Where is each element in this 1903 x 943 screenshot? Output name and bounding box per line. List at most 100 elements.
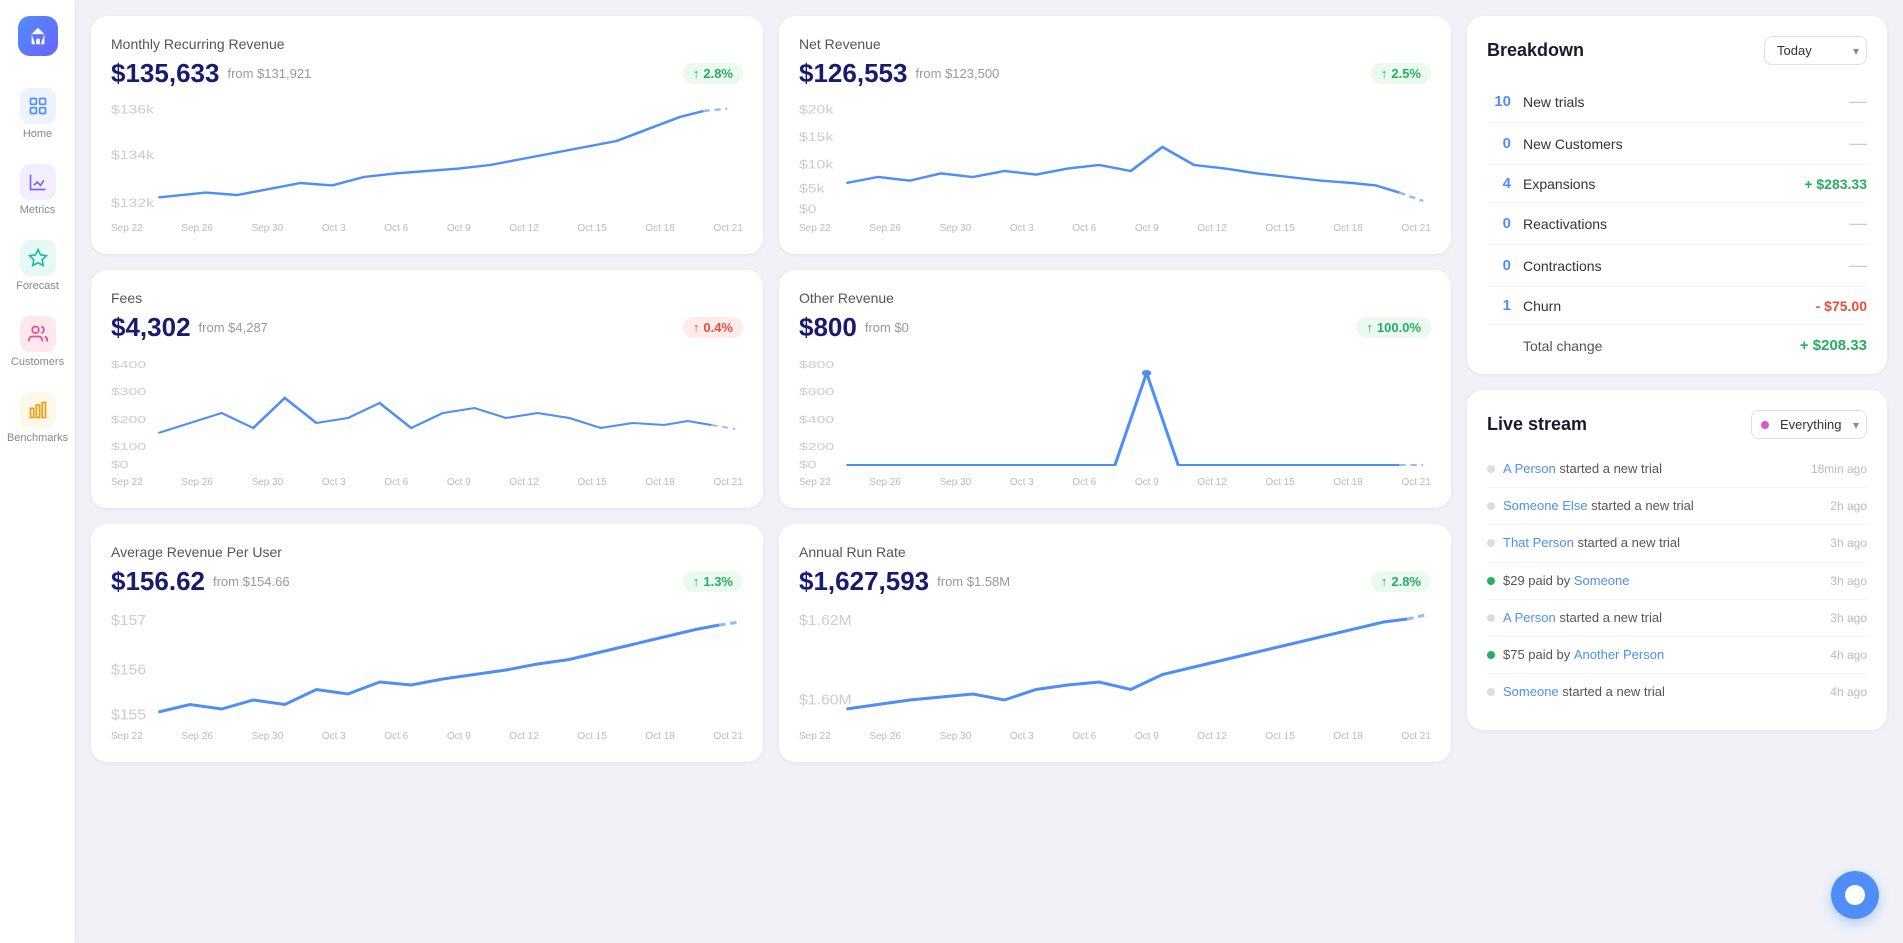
sidebar-item-customers[interactable]: Customers — [8, 308, 68, 376]
breakdown-total-row: Total change + $208.33 — [1487, 325, 1867, 354]
arpu-title: Average Revenue Per User — [111, 544, 743, 560]
stream-link-4[interactable]: Someone — [1574, 573, 1630, 588]
stream-link-6[interactable]: Another Person — [1574, 647, 1664, 662]
stream-item-6: $75 paid by Another Person 4h ago — [1487, 637, 1867, 674]
svg-text:$15k: $15k — [799, 130, 834, 144]
mrr-x-labels: Sep 22 Sep 26 Sep 30 Oct 3 Oct 6 Oct 9 O… — [111, 223, 743, 234]
svg-text:$155: $155 — [111, 707, 146, 724]
up-arrow-icon: ↑ — [693, 574, 700, 589]
sidebar-item-home[interactable]: Home — [8, 80, 68, 148]
breakdown-period-select[interactable]: Today Yesterday This Week This Month — [1764, 36, 1867, 65]
svg-text:$132k: $132k — [111, 196, 155, 210]
stream-link-5[interactable]: A Person — [1503, 610, 1556, 625]
charts-row-1: Monthly Recurring Revenue $135,633 from … — [91, 16, 1451, 254]
breakdown-header: Breakdown Today Yesterday This Week This… — [1487, 36, 1867, 65]
other-badge: ↑ 100.0% — [1356, 317, 1431, 338]
livestream-filter-select[interactable]: Everything Trials Payments — [1751, 410, 1867, 439]
net-title: Net Revenue — [799, 36, 1431, 52]
breakdown-newcust-dash: — — [1849, 133, 1867, 154]
charts-area: Monthly Recurring Revenue $135,633 from … — [91, 16, 1451, 927]
stream-text-1: A Person started a new trial — [1503, 460, 1803, 478]
breakdown-card: Breakdown Today Yesterday This Week This… — [1467, 16, 1887, 374]
arpu-x-labels: Sep 22 Sep 26 Sep 30 Oct 3 Oct 6 Oct 9 O… — [111, 731, 743, 742]
svg-text:$100: $100 — [111, 441, 146, 452]
sidebar: Home Metrics Forecast Customers Benchmar… — [0, 0, 75, 943]
sidebar-item-forecast[interactable]: Forecast — [8, 232, 68, 300]
breakdown-churn-value: - $75.00 — [1816, 298, 1867, 314]
other-revenue-card: Other Revenue $800 from $0 ↑ 100.0% $800… — [779, 270, 1451, 508]
up-arrow-icon: ↑ — [1366, 320, 1373, 335]
breakdown-exp-count: 4 — [1487, 175, 1511, 192]
stream-text-5: A Person started a new trial — [1503, 609, 1822, 627]
stream-time-2: 2h ago — [1830, 499, 1867, 513]
stream-text-2: Someone Else started a new trial — [1503, 497, 1822, 515]
svg-text:$1.62M: $1.62M — [799, 612, 852, 629]
stream-dot-4 — [1487, 577, 1495, 585]
svg-text:$156: $156 — [111, 662, 146, 679]
charts-row-2: Fees $4,302 from $4,287 ↑ 0.4% $400 $300… — [91, 270, 1451, 508]
sidebar-item-forecast-label: Forecast — [16, 280, 59, 292]
breakdown-contract-dash: — — [1849, 255, 1867, 276]
up-arrow-icon: ↑ — [1381, 574, 1388, 589]
stream-item-1: A Person started a new trial 18min ago — [1487, 451, 1867, 488]
stream-text-3: That Person started a new trial — [1503, 534, 1822, 552]
breakdown-row-reactivations: 0 Reactivations — — [1487, 203, 1867, 245]
stream-link-2[interactable]: Someone Else — [1503, 498, 1588, 513]
stream-time-7: 4h ago — [1830, 685, 1867, 699]
fees-title: Fees — [111, 290, 743, 306]
livestream-title: Live stream — [1487, 414, 1587, 435]
breakdown-react-label: Reactivations — [1523, 216, 1849, 232]
other-x-labels: Sep 22 Sep 26 Sep 30 Oct 3 Oct 6 Oct 9 O… — [799, 477, 1431, 488]
breakdown-row-new-customers: 0 New Customers — — [1487, 123, 1867, 165]
arpu-chart: $157 $156 $155 — [111, 607, 743, 727]
breakdown-react-count: 0 — [1487, 215, 1511, 232]
svg-text:$136k: $136k — [111, 102, 155, 116]
other-from: from $0 — [865, 320, 909, 335]
svg-text:$300: $300 — [111, 386, 146, 397]
stream-time-1: 18min ago — [1811, 462, 1867, 476]
breakdown-trials-label: New trials — [1523, 94, 1849, 110]
arr-x-labels: Sep 22 Sep 26 Sep 30 Oct 3 Oct 6 Oct 9 O… — [799, 731, 1431, 742]
svg-text:$134k: $134k — [111, 148, 155, 162]
arr-value: $1,627,593 — [799, 566, 929, 597]
arpu-value: $156.62 — [111, 566, 205, 597]
stream-item-4: $29 paid by Someone 3h ago — [1487, 563, 1867, 600]
net-value: $126,553 — [799, 58, 907, 89]
fees-x-labels: Sep 22 Sep 26 Sep 30 Oct 3 Oct 6 Oct 9 O… — [111, 477, 743, 488]
stream-time-3: 3h ago — [1830, 536, 1867, 550]
livestream-filter-wrap: Everything Trials Payments — [1751, 410, 1867, 439]
stream-link-3[interactable]: That Person — [1503, 535, 1574, 550]
arpu-badge: ↑ 1.3% — [683, 571, 743, 592]
sidebar-item-metrics[interactable]: Metrics — [8, 156, 68, 224]
fees-badge: ↑ 0.4% — [683, 317, 743, 338]
breakdown-contract-count: 0 — [1487, 257, 1511, 274]
app-logo[interactable] — [18, 16, 58, 56]
svg-text:$400: $400 — [111, 359, 146, 370]
breakdown-row-churn: 1 Churn - $75.00 — [1487, 287, 1867, 325]
svg-text:$200: $200 — [799, 441, 834, 452]
right-panel: Breakdown Today Yesterday This Week This… — [1467, 16, 1887, 927]
fees-chart: $400 $300 $200 $100 $0 — [111, 353, 743, 473]
stream-time-5: 3h ago — [1830, 611, 1867, 625]
breakdown-title: Breakdown — [1487, 40, 1584, 61]
stream-link-7[interactable]: Someone — [1503, 684, 1559, 699]
mrr-value: $135,633 — [111, 58, 219, 89]
svg-text:$10k: $10k — [799, 157, 834, 171]
breakdown-trials-count: 10 — [1487, 93, 1511, 110]
livestream-header: Live stream Everything Trials Payments — [1487, 410, 1867, 439]
breakdown-newcust-label: New Customers — [1523, 136, 1849, 152]
stream-time-4: 3h ago — [1830, 574, 1867, 588]
sidebar-item-benchmarks[interactable]: Benchmarks — [8, 384, 68, 452]
net-revenue-card: Net Revenue $126,553 from $123,500 ↑ 2.5… — [779, 16, 1451, 254]
up-arrow-icon: ↑ — [693, 320, 700, 335]
stream-link-1[interactable]: A Person — [1503, 461, 1556, 476]
stream-time-6: 4h ago — [1830, 648, 1867, 662]
breakdown-churn-label: Churn — [1523, 298, 1816, 314]
net-chart: $20k $15k $10k $5k $0 — [799, 99, 1431, 219]
breakdown-row-contractions: 0 Contractions — — [1487, 245, 1867, 287]
stream-text-4: $29 paid by Someone — [1503, 572, 1822, 590]
fab-button[interactable] — [1831, 871, 1879, 919]
main-content: Monthly Recurring Revenue $135,633 from … — [75, 0, 1903, 943]
breakdown-churn-count: 1 — [1487, 297, 1511, 314]
mrr-chart: $136k $134k $132k — [111, 99, 743, 219]
